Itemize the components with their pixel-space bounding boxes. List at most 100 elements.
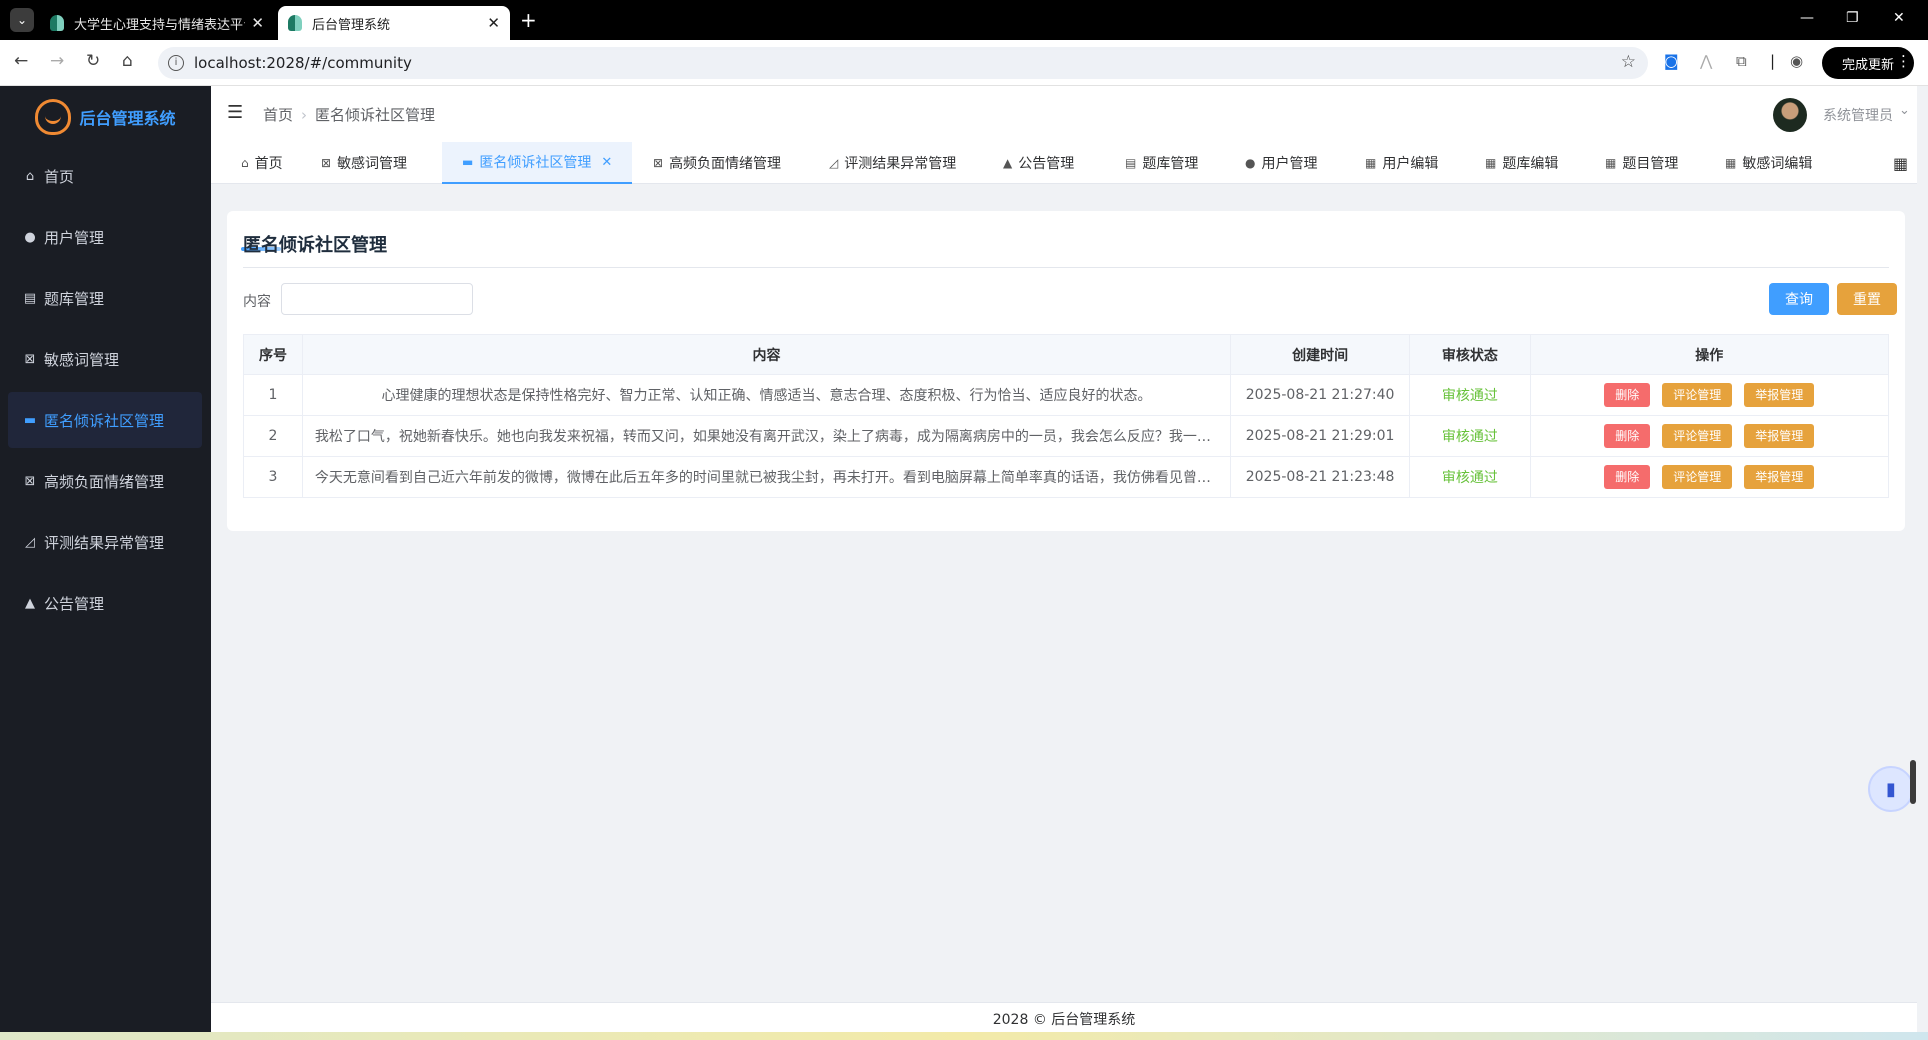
sidebar-item-assessment-anomalies[interactable]: ◿ 评测结果异常管理 <box>8 514 202 570</box>
main-content: 匿名倾诉社区管理 内容 查询 重置 序号 内容 创建时间 审核状态 操作 1 心… <box>211 184 1917 1002</box>
extension-icon[interactable]: ◙ <box>1664 52 1679 70</box>
column-header-status: 审核状态 <box>1409 334 1531 375</box>
delete-button[interactable]: 删除 <box>1604 424 1651 448</box>
column-header-actions: 操作 <box>1529 334 1889 375</box>
app-title: 后台管理系统 <box>79 109 176 128</box>
sidebar-item-sensitive-words[interactable]: ⊠ 敏感词管理 <box>8 331 202 387</box>
tab-user-edit[interactable]: ▦ 用户编辑 <box>1365 142 1438 184</box>
sidebar-item-home[interactable]: ⌂ 首页 <box>8 148 202 204</box>
browser-menu-icon[interactable]: ⋮ <box>1896 52 1911 70</box>
row-created: 2025-08-21 21:23:48 <box>1229 456 1411 498</box>
comments-button[interactable]: 评论管理 <box>1662 383 1733 407</box>
breadcrumb-current: 匿名倾诉社区管理 <box>315 106 436 124</box>
sidebar-item-community[interactable]: ▬ 匿名倾诉社区管理 <box>8 392 202 448</box>
column-header-content: 内容 <box>301 334 1231 375</box>
menu-toggle-icon[interactable]: ☰ <box>227 102 243 123</box>
top-header: ☰ 首页 › 匿名倾诉社区管理 系统管理员 ⌄ <box>211 86 1917 142</box>
restore-icon[interactable]: ❐ <box>1846 10 1859 26</box>
clipboard-icon: ▤ <box>23 290 37 306</box>
app-logo: 后台管理系统 <box>0 86 211 148</box>
query-button[interactable]: 查询 <box>1769 283 1829 315</box>
tab-announcements[interactable]: ▲ 公告管理 <box>1003 142 1074 184</box>
tab-assessment-anomalies[interactable]: ◿ 评测结果异常管理 <box>829 142 956 184</box>
sidebar-item-users[interactable]: ● 用户管理 <box>8 209 202 265</box>
comments-button[interactable]: 评论管理 <box>1662 465 1733 489</box>
reload-icon[interactable]: ↻ <box>86 51 100 71</box>
reports-button[interactable]: 举报管理 <box>1744 383 1815 407</box>
tab-negative-emotions[interactable]: ⊠ 高频负面情绪管理 <box>653 142 781 184</box>
close-tab-icon[interactable]: ✕ <box>487 14 500 32</box>
site-info-icon[interactable]: i <box>168 55 184 71</box>
close-tab-icon[interactable]: ✕ <box>601 155 612 170</box>
row-actions: 删除 评论管理 举报管理 <box>1529 415 1889 457</box>
column-header-created: 创建时间 <box>1229 334 1411 375</box>
row-created: 2025-08-21 21:27:40 <box>1229 374 1411 416</box>
extensions-puzzle-icon[interactable]: ⧉ <box>1736 52 1747 70</box>
bell-icon: ▲ <box>1003 156 1013 170</box>
row-index: 2 <box>243 415 303 457</box>
url-input[interactable]: i localhost:2028/#/community ☆ <box>158 47 1648 79</box>
browser-tab[interactable]: 大学生心理支持与情绪表达平台 ✕ <box>40 6 274 40</box>
reset-button[interactable]: 重置 <box>1837 283 1897 315</box>
address-bar: ← → ↻ ⌂ i localhost:2028/#/community ☆ ◙… <box>0 40 1928 86</box>
row-index: 1 <box>243 374 303 416</box>
close-window-icon[interactable]: ✕ <box>1893 10 1905 26</box>
bookmark-star-icon[interactable]: ☆ <box>1621 52 1636 72</box>
tab-sensitive-word-edit[interactable]: ▦ 敏感词编辑 <box>1725 142 1812 184</box>
tab-label: 首页 <box>254 156 283 172</box>
browser-tabbar: ⌄ 大学生心理支持与情绪表达平台 ✕ 后台管理系统 ✕ + — ❐ ✕ <box>0 0 1928 40</box>
username[interactable]: 系统管理员 <box>1823 105 1893 125</box>
column-header-index: 序号 <box>243 334 303 375</box>
sidebar-item-label: 公告管理 <box>44 594 105 613</box>
comments-button[interactable]: 评论管理 <box>1662 424 1733 448</box>
close-tab-icon[interactable]: ✕ <box>251 14 264 32</box>
tab-label: 用户编辑 <box>1382 156 1439 172</box>
sidebar-item-label: 高频负面情绪管理 <box>44 472 165 491</box>
reports-button[interactable]: 举报管理 <box>1744 465 1815 489</box>
tab-home[interactable]: ⌂ 首页 <box>241 142 283 184</box>
tab-question-bank[interactable]: ▤ 题库管理 <box>1125 142 1198 184</box>
tab-question-management[interactable]: ▦ 题目管理 <box>1605 142 1678 184</box>
sidebar-item-announcements[interactable]: ▲ 公告管理 <box>8 575 202 631</box>
tab-sensitive-words[interactable]: ⊠ 敏感词管理 <box>321 142 407 184</box>
scrollbar[interactable] <box>1910 760 1916 804</box>
reports-button[interactable]: 举报管理 <box>1744 424 1815 448</box>
tab-label: 高频负面情绪管理 <box>669 156 782 172</box>
avatar[interactable] <box>1773 98 1807 132</box>
grid-icon: ▦ <box>1485 156 1497 170</box>
status-badge: 审核通过 <box>1409 456 1531 498</box>
row-content: 今天无意间看到自己近六年前发的微博，微博在此后五年多的时间里就已被我尘封，再未打… <box>301 456 1231 498</box>
sidebar-item-label: 匿名倾诉社区管理 <box>44 411 165 430</box>
new-tab-icon[interactable]: + <box>520 8 537 32</box>
tab-label: 用户管理 <box>1261 156 1318 172</box>
sidebar-item-negative-emotions[interactable]: ⊠ 高频负面情绪管理 <box>8 453 202 509</box>
sidebar-item-label: 敏感词管理 <box>44 350 120 369</box>
table-header-row: 序号 内容 创建时间 审核状态 操作 <box>243 334 1889 375</box>
back-icon[interactable]: ← <box>14 51 28 71</box>
tab-bank-edit[interactable]: ▦ 题库编辑 <box>1485 142 1558 184</box>
tags-view: ⌂ 首页 ⊠ 敏感词管理 ▬ 匿名倾诉社区管理 ✕ ⊠ 高频负面情绪管理 ◿ 评测结果异常管… <box>211 142 1917 184</box>
browser-tab-active[interactable]: 后台管理系统 ✕ <box>278 6 510 40</box>
floating-assistant-icon[interactable]: ▮ <box>1868 766 1914 812</box>
delete-button[interactable]: 删除 <box>1604 465 1651 489</box>
chevron-down-icon[interactable]: ⌄ <box>1899 103 1910 118</box>
home-icon[interactable]: ⌂ <box>122 51 133 71</box>
breadcrumb-home[interactable]: 首页 <box>263 106 293 124</box>
profile-icon[interactable]: ◉ <box>1790 52 1803 70</box>
tab-community[interactable]: ▬ 匿名倾诉社区管理 ✕ <box>442 142 632 184</box>
clipboard-icon: ▤ <box>1125 156 1137 170</box>
tab-label: 评测结果异常管理 <box>844 156 957 172</box>
tabs-menu-grid-icon[interactable]: ▦ <box>1893 154 1908 173</box>
tab-users[interactable]: ● 用户管理 <box>1245 142 1317 184</box>
tab-search-chevron-icon[interactable]: ⌄ <box>10 8 34 32</box>
minimize-icon[interactable]: — <box>1800 10 1814 26</box>
sidebar-item-question-bank[interactable]: ▤ 题库管理 <box>8 270 202 326</box>
site-favicon-icon <box>288 15 302 31</box>
page-title: 匿名倾诉社区管理 <box>243 235 387 256</box>
sidebar-item-label: 用户管理 <box>44 228 105 247</box>
delete-button[interactable]: 删除 <box>1604 383 1651 407</box>
extension-icon[interactable]: ⋀ <box>1700 52 1712 70</box>
forward-icon[interactable]: → <box>50 51 64 71</box>
content-filter-input[interactable] <box>281 283 473 315</box>
tab-label: 匿名倾诉社区管理 <box>479 155 592 171</box>
